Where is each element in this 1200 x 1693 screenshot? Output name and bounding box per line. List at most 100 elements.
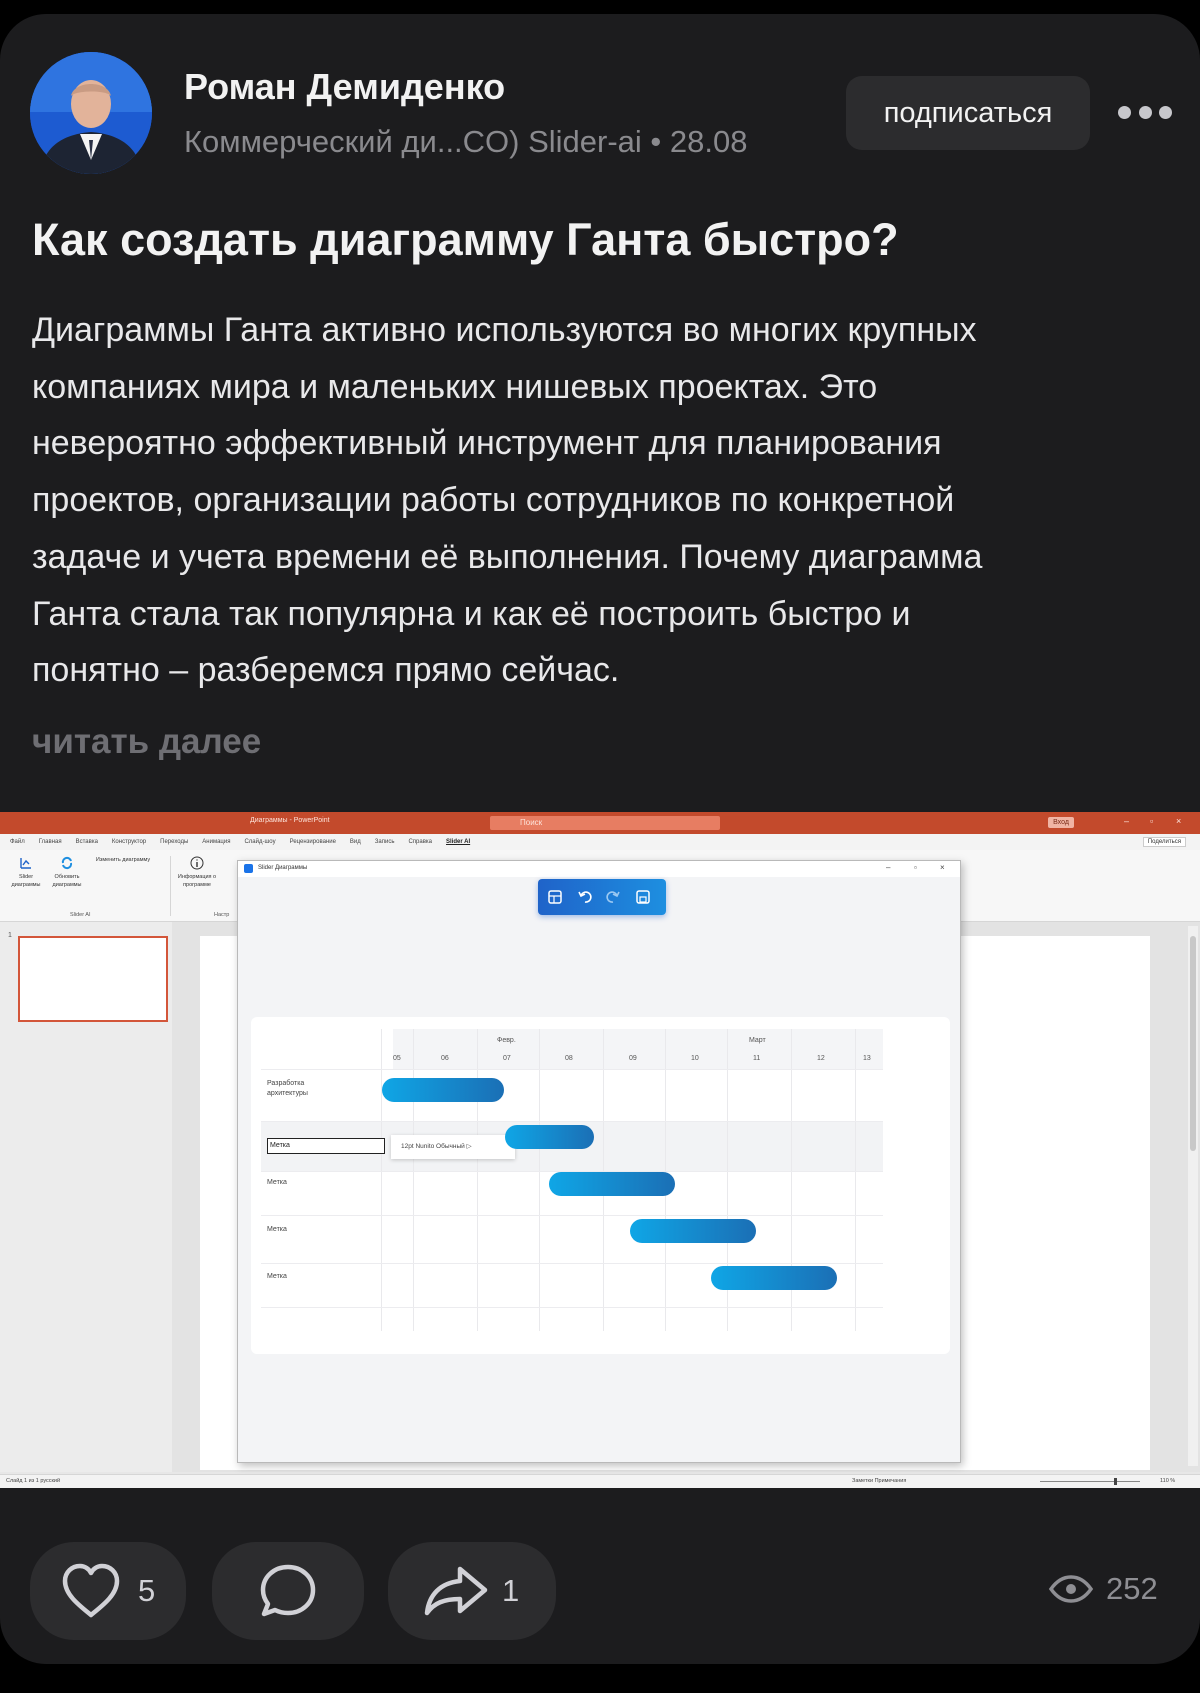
post-body-line: задаче и учета времени её выполнения. По…: [32, 537, 983, 576]
status-bar: Слайд 1 из 1 русский Заметки Примечания …: [0, 1474, 1200, 1488]
gantt-month-label: Февр.: [497, 1037, 516, 1044]
gantt-bar: [382, 1078, 504, 1102]
gantt-bar: [549, 1172, 675, 1196]
refresh-diagrams-button: Обновить диаграммы: [46, 856, 88, 889]
post-body-line: компаниях мира и маленьких нишевых проек…: [32, 367, 878, 406]
minimize-icon: –: [886, 863, 891, 872]
author-meta: Коммерческий ди...CO) Slider-ai • 28.08: [184, 124, 748, 159]
post-card: Роман Демиденко Коммерческий ди...CO) Sl…: [0, 14, 1200, 1664]
subscribe-button[interactable]: подписаться: [846, 76, 1090, 150]
dialog-title: Slider Диаграммы: [258, 865, 308, 871]
gantt-row-divider: [261, 1121, 883, 1122]
gantt-row-divider: [261, 1069, 883, 1070]
zoom-slider: [1040, 1481, 1140, 1482]
views-count: 252: [1106, 1571, 1158, 1606]
post-body: Диаграммы Ганта активно используются во …: [32, 302, 1182, 699]
gantt-grid-line: [539, 1029, 540, 1331]
gantt-day-label: 09: [629, 1055, 637, 1062]
close-icon: ×: [940, 863, 945, 872]
dialog-titlebar: Slider Диаграммы – ▫ ×: [238, 861, 960, 877]
ribbon-tab: Запись: [374, 839, 395, 845]
about-label: Информация о программе: [177, 874, 217, 888]
ribbon-tab: Рецензирование: [289, 839, 336, 845]
gantt-day-label: 10: [691, 1055, 699, 1062]
ribbon-separator: [170, 856, 171, 916]
post-body-line: невероятно эффективный инструмент для пл…: [32, 424, 942, 463]
author-name[interactable]: Роман Демиденко: [184, 66, 505, 108]
gantt-row-label: Метка: [267, 1273, 287, 1280]
search-input: Поиск: [490, 816, 720, 830]
post-body-line: Диаграммы Ганта активно используются во …: [32, 311, 977, 349]
gantt-grid-line: [413, 1029, 414, 1331]
more-options-icon[interactable]: [1118, 102, 1172, 122]
slider-logo-icon: [244, 864, 253, 873]
gantt-grid-line: [477, 1029, 478, 1331]
comment-icon: [260, 1564, 316, 1617]
chart-icon: [20, 858, 31, 869]
save-icon: [636, 890, 650, 904]
share-arrow-icon: [424, 1566, 488, 1616]
ribbon-group-label: Настр: [214, 912, 230, 918]
gantt-day-label: 08: [565, 1055, 573, 1062]
like-count: 5: [138, 1573, 156, 1608]
minimize-icon: –: [1124, 816, 1130, 826]
font-popup: 12pt Nunito Обычный ▷: [391, 1135, 515, 1159]
views-counter: 252: [1048, 1571, 1158, 1607]
gantt-day-label: 13: [863, 1055, 871, 1062]
table-icon: [548, 890, 562, 904]
author-avatar[interactable]: [30, 52, 152, 174]
ribbon-tab: Справка: [408, 839, 433, 845]
zoom-slider-knob: [1114, 1478, 1117, 1485]
gantt-day-label: 11: [753, 1055, 761, 1062]
about-button: Информация о программе: [174, 856, 220, 889]
post-body-line: проектов, организации работы сотрудников…: [32, 481, 955, 520]
scrollbar-thumb: [1190, 936, 1196, 1151]
gantt-row-divider: [261, 1307, 883, 1308]
gantt-day-label: 06: [441, 1055, 449, 1062]
sign-in-button: Вход: [1048, 817, 1074, 828]
powerpoint-titlebar: Диаграммы - PowerPoint Поиск Вход – ▫ ×: [0, 812, 1200, 834]
redo-icon: [606, 891, 620, 903]
ribbon-tab: Анимация: [202, 839, 231, 845]
ribbon-tab: Переходы: [160, 839, 189, 845]
gantt-bar: [505, 1125, 594, 1149]
ribbon-group-label: Slider AI: [70, 912, 91, 918]
gantt-row-label: Метка: [267, 1226, 287, 1233]
maximize-icon: ▫: [1150, 816, 1154, 826]
refresh-icon: [61, 856, 73, 870]
ribbon-tab: Вставка: [75, 839, 98, 845]
read-more-link[interactable]: читать далее: [32, 722, 261, 762]
gantt-label-editor: Метка: [267, 1138, 385, 1154]
zoom-level: 110 %: [1160, 1478, 1176, 1484]
heart-icon: [62, 1563, 120, 1618]
post-title: Как создать диаграмму Ганта быстро?: [32, 214, 899, 265]
window-title: Диаграммы - PowerPoint: [250, 817, 330, 824]
status-slide-info: Слайд 1 из 1 русский: [6, 1478, 61, 1484]
like-button[interactable]: 5: [30, 1542, 186, 1640]
gantt-grid-line: [381, 1029, 382, 1331]
info-icon: [190, 856, 204, 870]
gantt-header: [393, 1029, 883, 1069]
comment-button[interactable]: [212, 1542, 364, 1640]
gantt-row-divider: [261, 1215, 883, 1216]
refresh-diagrams-label: Обновить диаграммы: [52, 874, 82, 888]
post-body-line: Ганта стала так популярна и как её постр…: [32, 594, 911, 633]
undo-icon: [578, 891, 592, 903]
post-body-line: понятно – разберемся прямо сейчас.: [32, 651, 620, 690]
avatar-photo: [30, 52, 152, 174]
slider-diagrams-dialog: Slider Диаграммы – ▫ × Февр. Март 05 06 07…: [237, 860, 961, 1463]
repost-button[interactable]: 1: [388, 1542, 556, 1640]
slide-number: 1: [8, 932, 12, 939]
edit-diagram-label: Изменить диаграмму: [95, 857, 151, 863]
slide-thumbnail: [18, 936, 168, 1022]
status-notes: Заметки Примечания: [852, 1478, 907, 1484]
share-button: Поделиться: [1142, 837, 1186, 847]
ribbon-tab: Файл: [10, 839, 25, 845]
gantt-day-label: 05: [393, 1055, 401, 1062]
gantt-row-divider: [261, 1263, 883, 1264]
gantt-bar: [711, 1266, 837, 1290]
diagram-toolbar: [538, 879, 666, 915]
gantt-row-label: Разработка архитектуры: [267, 1080, 308, 1097]
ribbon-tab: Главная: [38, 839, 62, 845]
post-image[interactable]: Диаграммы - PowerPoint Поиск Вход – ▫ × …: [0, 812, 1200, 1488]
